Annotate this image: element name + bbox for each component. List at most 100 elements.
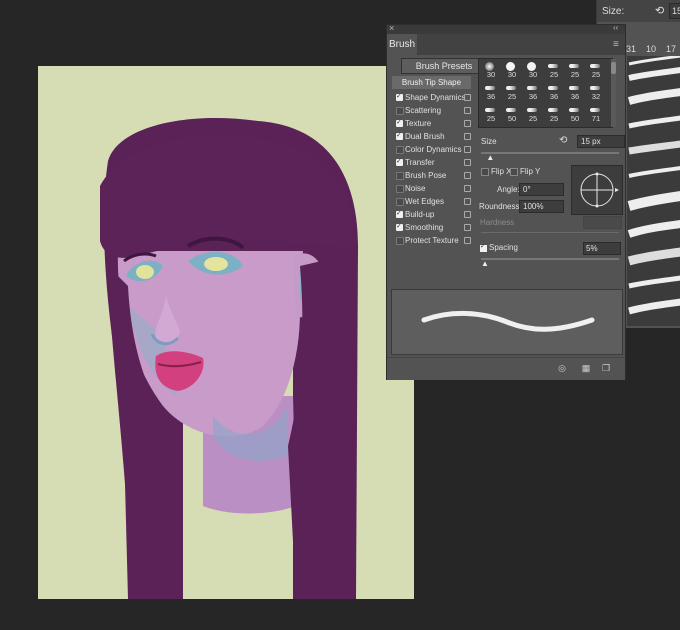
new-brush-icon[interactable]: ❐ [601,363,611,373]
panel-menu-icon[interactable]: ≡ [613,39,619,50]
option-checkbox[interactable] [396,107,404,115]
size-slider-thumb[interactable]: ▲ [486,153,494,162]
checkbox-box[interactable] [481,168,489,176]
checkbox-box[interactable] [480,242,487,252]
brush-tip-item[interactable]: 25 [502,82,522,104]
option-checkbox[interactable] [396,91,403,103]
spacing-slider[interactable] [481,258,619,260]
brush-tip-item[interactable]: 36 [544,82,564,104]
brush-option-item[interactable]: Texture [396,117,474,130]
brush-option-item[interactable]: Shape Dynamics [396,91,474,104]
option-checkbox[interactable] [396,130,403,142]
brush-tip-item[interactable]: 36 [523,82,543,104]
brush-presets-button[interactable]: Brush Presets [401,58,487,74]
size-field[interactable]: 15 px [577,135,625,148]
spacing-slider-thumb[interactable]: ▲ [481,259,489,268]
brush-tip-item[interactable]: 50 [565,104,585,126]
option-checkbox[interactable] [396,221,403,233]
spacing-checkbox[interactable]: Spacing [480,242,540,255]
double-chevron-icon[interactable]: ‹‹ [613,23,618,32]
preset-stroke-list[interactable] [627,54,680,326]
checkbox-box[interactable] [510,168,518,176]
brush-tip-item[interactable]: 30 [481,60,501,82]
brush-tip-item[interactable]: 36 [565,82,585,104]
reset-icon[interactable]: ⟲ [559,135,567,146]
lock-icon[interactable] [464,211,471,218]
size-slider[interactable] [481,152,619,154]
brush-tip-shape-icon [569,86,579,90]
option-checkbox[interactable] [396,146,404,154]
brush-option-item[interactable]: Brush Pose [396,170,474,182]
brush-tip-item[interactable]: 32 [586,82,606,104]
lock-icon[interactable] [464,133,471,140]
brush-presets-options-bar: Size: ⟲ 15 [597,0,680,22]
grid-icon[interactable]: ▦ [581,363,591,373]
brush-tip-item[interactable]: 25 [523,104,543,126]
brush-tip-shape-item[interactable]: Brush Tip Shape [392,76,471,89]
brush-tip-shape-icon [485,86,495,90]
toggle-preview-icon[interactable]: ◎ [557,363,567,373]
spacing-label: Spacing [489,243,518,252]
brush-option-item[interactable]: Smoothing [396,221,474,234]
lock-icon[interactable] [464,237,471,244]
brush-tip-grid[interactable]: 30 30 30 25 25 25 36 25 36 36 36 32 25 50 25 25 50 71 [478,58,613,128]
brush-tip-item[interactable]: 36 [481,82,501,104]
tab-brush[interactable]: Brush [387,34,417,55]
option-checkbox[interactable] [396,198,404,206]
brush-option-item[interactable]: Protect Texture [396,235,474,247]
angle-field[interactable]: 0° [519,183,564,196]
lock-icon[interactable] [464,224,471,231]
flip-y-checkbox[interactable]: Flip Y [510,167,554,177]
dial-handle-top [595,172,599,176]
scrollbar-thumb[interactable] [611,62,616,74]
lock-icon[interactable] [464,94,471,101]
option-checkbox[interactable] [396,172,404,180]
brush-tip-item[interactable]: 50 [502,104,522,126]
brush-tip-item[interactable]: 71 [586,104,606,126]
brush-tip-size: 30 [507,70,517,79]
lock-icon[interactable] [464,107,471,114]
brush-tip-shape-icon [569,108,579,112]
brush-option-item[interactable]: Color Dynamics [396,144,474,156]
brush-option-item[interactable]: Noise [396,183,474,195]
lock-icon[interactable] [464,198,471,205]
preset-stroke [628,275,680,289]
panel-titlebar[interactable]: × ‹‹ [387,23,625,34]
option-checkbox[interactable] [396,237,404,245]
lock-icon[interactable] [464,146,471,153]
brush-tip-item[interactable]: 25 [544,104,564,126]
lock-icon[interactable] [464,159,471,166]
option-checkbox[interactable] [396,185,404,193]
roundness-field[interactable]: 100% [519,200,564,213]
option-checkbox[interactable] [396,117,403,129]
brush-tip-item[interactable]: 25 [544,60,564,82]
angle-roundness-dial[interactable] [571,165,623,215]
lock-icon[interactable] [464,172,471,179]
brush-option-item[interactable]: Dual Brush [396,130,474,143]
lock-icon[interactable] [464,185,471,192]
brush-option-item[interactable]: Scattering [396,105,474,117]
brush-tip-item[interactable]: 30 [502,60,522,82]
lock-icon[interactable] [464,120,471,127]
artwork-canvas[interactable] [38,66,414,599]
brush-tip-size: 25 [549,114,559,123]
portrait-painting [100,117,358,599]
brush-tip-item[interactable]: 30 [523,60,543,82]
reset-icon[interactable]: ⟲ [655,4,667,17]
brush-tip-item[interactable]: 25 [565,60,585,82]
left-eye [136,265,154,279]
brush-option-item[interactable]: Wet Edges [396,196,474,208]
spacing-field[interactable]: 5% [583,242,621,255]
hardness-slider [481,232,619,233]
close-icon[interactable]: × [389,23,394,33]
brush-option-item[interactable]: Build-up [396,208,474,221]
presets-size-field[interactable]: 15 [669,3,680,19]
option-checkbox[interactable] [396,208,403,220]
option-checkbox[interactable] [396,156,403,168]
brush-tip-shape-icon [527,86,537,90]
brush-tip-size: 25 [528,114,538,123]
brush-tip-item[interactable]: 25 [586,60,606,82]
brush-tip-item[interactable]: 25 [481,104,501,126]
tip-grid-scrollbar[interactable] [611,59,616,127]
brush-option-item[interactable]: Transfer [396,156,474,169]
